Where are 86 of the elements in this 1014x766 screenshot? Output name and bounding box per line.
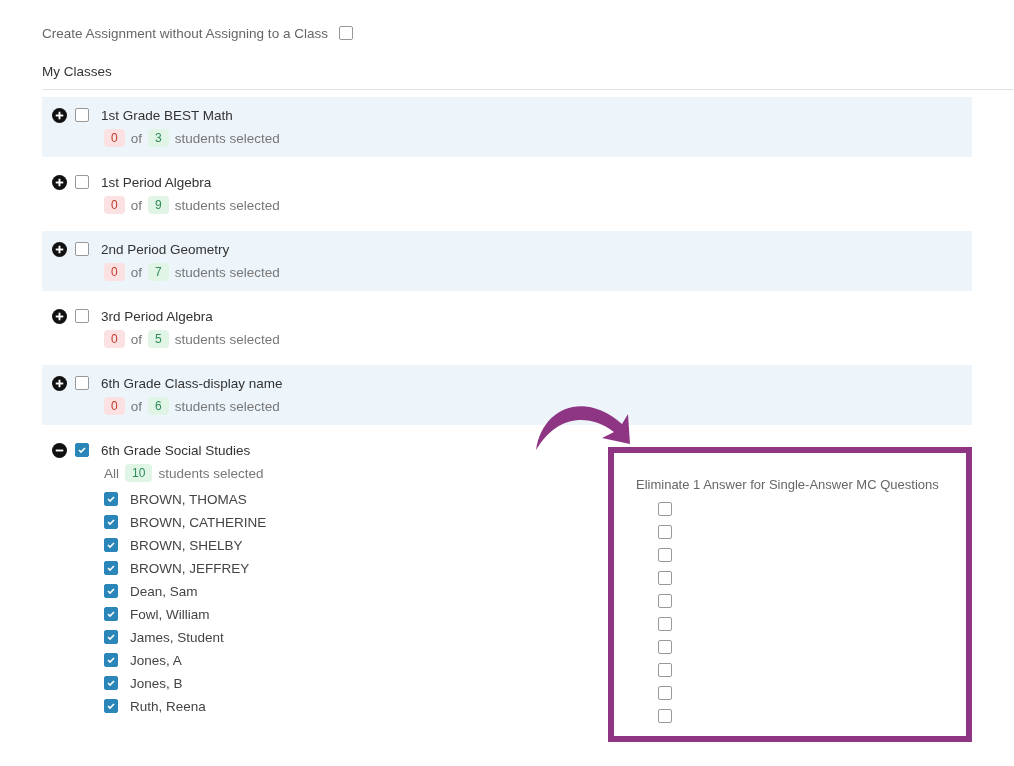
class-name: 6th Grade Social Studies (101, 442, 251, 458)
selected-count: 0 (104, 196, 125, 214)
checkmark-icon (77, 445, 87, 455)
of-label: of (130, 331, 142, 347)
students-selected-label: students selected (174, 197, 280, 213)
checkmark-icon (106, 609, 116, 619)
selected-count: 0 (104, 330, 125, 348)
checkmark-icon (106, 655, 116, 665)
student-name: Jones, B (130, 675, 183, 691)
selected-count: 0 (104, 263, 125, 281)
eliminate-checkbox[interactable] (658, 640, 672, 654)
expand-icon[interactable] (52, 107, 67, 123)
class-name: 2nd Period Geometry (101, 241, 230, 257)
expand-icon[interactable] (52, 241, 67, 257)
eliminate-checkbox[interactable] (658, 686, 672, 700)
eliminate-checkbox[interactable] (658, 594, 672, 608)
student-checkbox[interactable] (104, 584, 118, 598)
checkmark-icon (106, 540, 116, 550)
eliminate-checkbox[interactable] (658, 663, 672, 677)
eliminate-checkbox[interactable] (658, 617, 672, 631)
checkmark-icon (106, 563, 116, 573)
student-name: BROWN, THOMAS (130, 491, 247, 507)
student-checkbox[interactable] (104, 653, 118, 667)
class-checkbox[interactable] (75, 242, 89, 256)
class-name: 1st Grade BEST Math (101, 107, 233, 123)
total-count: 3 (147, 129, 169, 147)
total-count: 9 (147, 196, 169, 214)
no-class-option-label: Create Assignment without Assigning to a Class (42, 25, 328, 41)
students-selected-label: students selected (174, 331, 280, 347)
class-checkbox[interactable] (75, 108, 89, 122)
class-name: 3rd Period Algebra (101, 308, 213, 324)
option-heading: Eliminate 1 Answer for Single-Answer MC Questions (636, 477, 940, 492)
selected-count: 0 (104, 129, 125, 147)
student-checkbox[interactable] (104, 492, 118, 506)
total-count: 5 (147, 330, 169, 348)
selected-count: 0 (104, 397, 125, 415)
expand-icon[interactable] (52, 174, 67, 190)
student-name: BROWN, JEFFREY (130, 560, 250, 576)
student-name: Dean, Sam (130, 583, 198, 599)
eliminate-checkbox[interactable] (658, 502, 672, 516)
total-count: 10 (125, 464, 153, 482)
eliminate-checkbox[interactable] (658, 571, 672, 585)
student-checkbox[interactable] (104, 630, 118, 644)
section-title: My Classes (42, 64, 1014, 90)
class-checkbox[interactable] (75, 309, 89, 323)
expand-icon[interactable] (52, 308, 67, 324)
class-checkbox[interactable] (75, 175, 89, 189)
students-selected-label: students selected (174, 398, 280, 414)
of-label: of (130, 197, 142, 213)
checkmark-icon (106, 678, 116, 688)
expand-icon[interactable] (52, 375, 67, 391)
student-checkbox[interactable] (104, 561, 118, 575)
student-checkbox[interactable] (104, 538, 118, 552)
student-checkbox[interactable] (104, 699, 118, 713)
class-name: 1st Period Algebra (101, 174, 212, 190)
student-name: BROWN, SHELBY (130, 537, 243, 553)
student-name: Fowl, William (130, 606, 210, 622)
of-label: of (130, 264, 142, 280)
checkmark-icon (106, 517, 116, 527)
eliminate-checkbox[interactable] (658, 525, 672, 539)
no-class-checkbox[interactable] (338, 26, 353, 40)
checkmark-icon (106, 494, 116, 504)
total-count: 6 (147, 397, 169, 415)
student-checkbox[interactable] (104, 515, 118, 529)
eliminate-checkbox[interactable] (658, 548, 672, 562)
student-name: James, Student (130, 629, 224, 645)
students-selected-label: students selected (174, 264, 280, 280)
checkmark-icon (106, 632, 116, 642)
student-checkbox[interactable] (104, 676, 118, 690)
checkmark-icon (106, 701, 116, 711)
total-count: 7 (147, 263, 169, 281)
class-checkbox[interactable] (75, 376, 89, 390)
eliminate-checkbox[interactable] (658, 709, 672, 723)
of-label: of (130, 130, 142, 146)
class-checkbox[interactable] (75, 443, 89, 457)
students-selected-label: students selected (158, 465, 264, 481)
selected-label: All (104, 465, 119, 481)
class-name: 6th Grade Class-display name (101, 375, 283, 391)
student-name: BROWN, CATHERINE (130, 514, 267, 530)
student-name: Ruth, Reena (130, 698, 206, 714)
collapse-icon[interactable] (52, 442, 67, 458)
student-checkbox[interactable] (104, 607, 118, 621)
checkmark-icon (106, 586, 116, 596)
students-selected-label: students selected (174, 130, 280, 146)
student-name: Jones, A (130, 652, 182, 668)
of-label: of (130, 398, 142, 414)
